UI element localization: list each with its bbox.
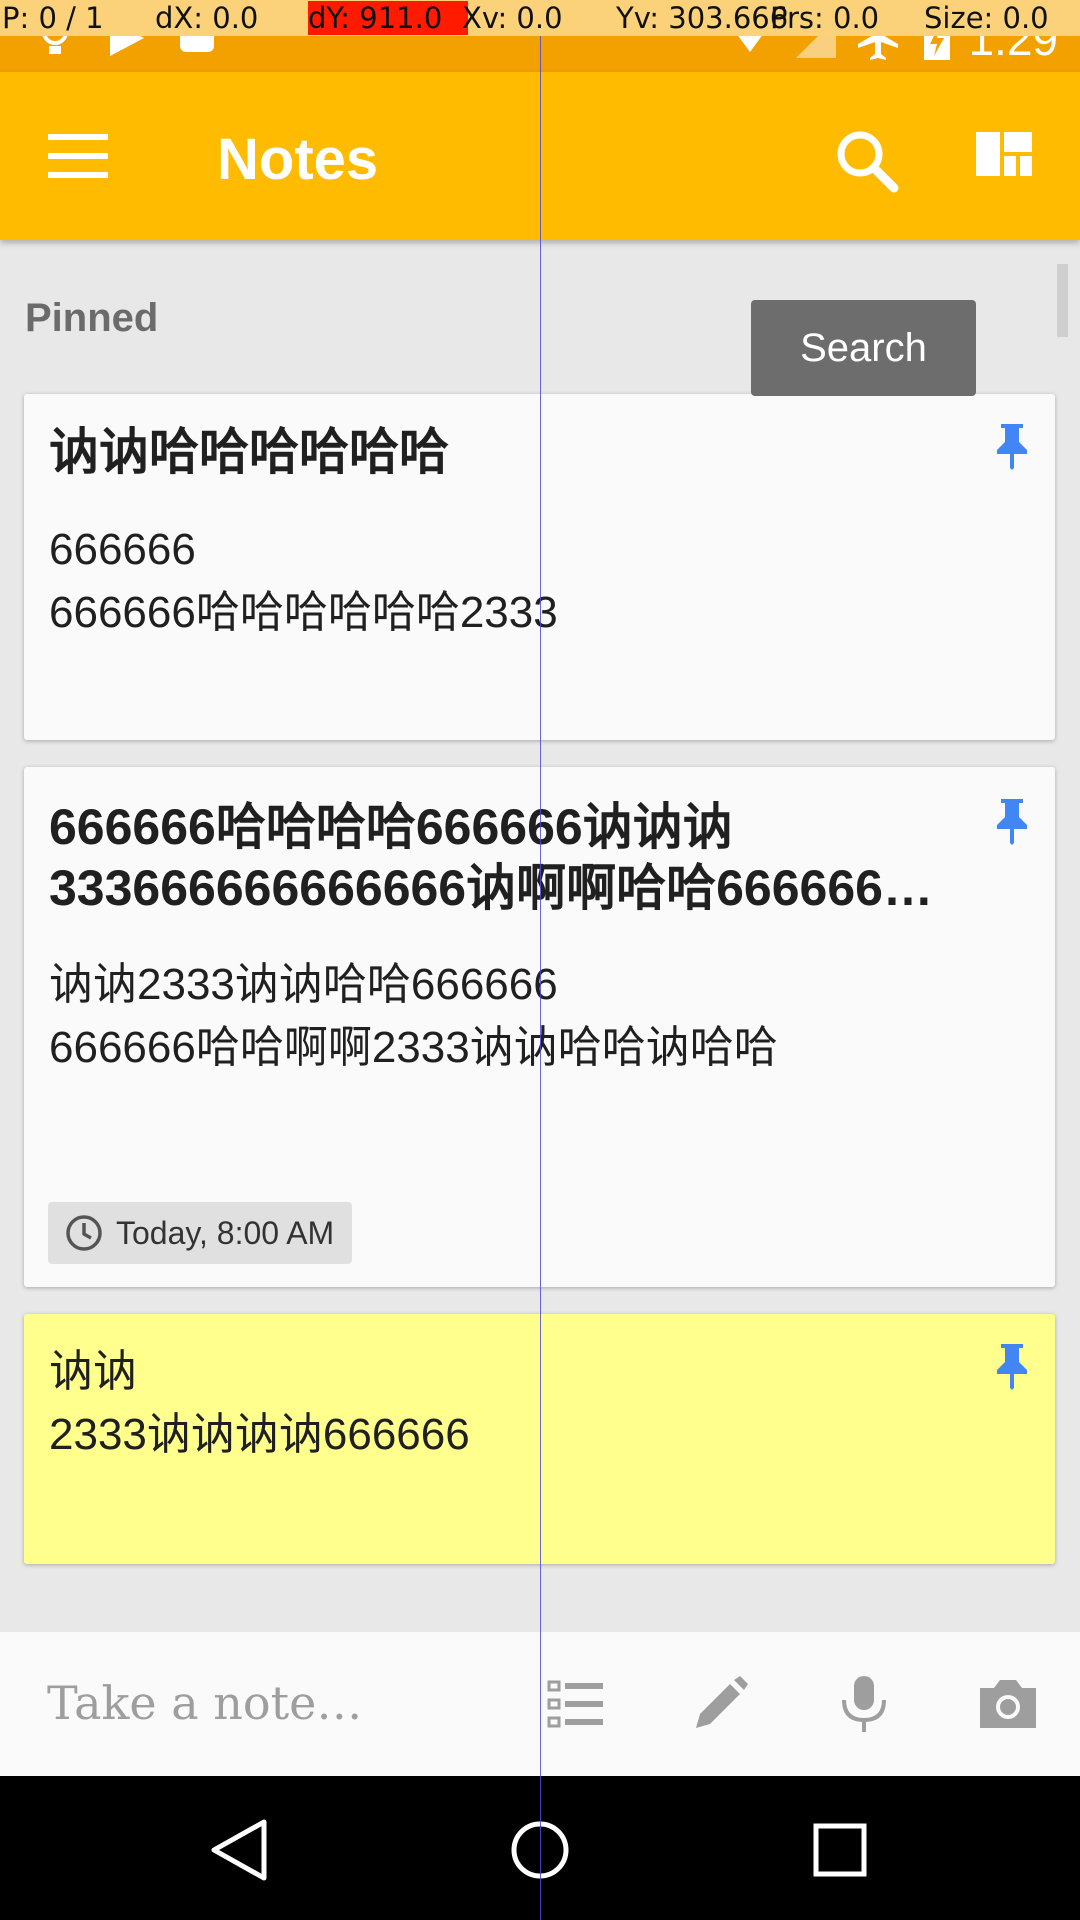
note-card[interactable]: 666666哈哈哈哈666666讷讷讷 333666666666666讷啊啊哈哈…: [24, 767, 1055, 1287]
home-icon[interactable]: [506, 1816, 574, 1884]
recents-icon[interactable]: [806, 1816, 874, 1884]
note-body-line: 666666: [49, 525, 196, 574]
note-body-line: 2333讷讷讷讷666666: [49, 1410, 470, 1459]
search-button[interactable]: [828, 122, 908, 202]
note-card[interactable]: 讷讷哈哈哈哈哈哈 666666 666666哈哈哈哈哈哈2333: [24, 394, 1055, 740]
note-body-line: 666666哈哈哈哈哈哈2333: [49, 588, 558, 637]
pin-icon[interactable]: [991, 797, 1033, 845]
debug-pressure: Prs: 0.0: [770, 1, 880, 35]
search-icon: [837, 131, 899, 193]
note-body-line: 讷讷2333讷讷哈哈666666: [49, 960, 558, 1009]
note-card[interactable]: 讷讷 2333讷讷讷讷666666: [24, 1314, 1055, 1564]
bottom-bar: Take a note…: [0, 1632, 1080, 1776]
debug-yv: Yv: 303.666: [616, 1, 789, 35]
menu-button[interactable]: [48, 134, 108, 178]
debug-dx: dX: 0.0: [155, 1, 259, 35]
note-body-line: 讷讷: [49, 1347, 137, 1396]
page-title: Notes: [217, 127, 379, 192]
layout-icon: [976, 132, 1032, 176]
debug-xv: Xv: 0.0: [462, 1, 563, 35]
debug-pointer-count: P: 0 / 1: [2, 1, 104, 35]
section-label-pinned: Pinned: [25, 296, 159, 340]
list-icon[interactable]: [545, 1672, 609, 1736]
take-note-input[interactable]: Take a note…: [47, 1676, 362, 1730]
menu-icon: [48, 134, 108, 178]
note-body: 讷讷2333讷讷哈哈666666 666666哈哈啊啊2333讷讷哈哈讷哈哈: [49, 953, 1015, 1079]
note-body-line: 666666哈哈啊啊2333讷讷哈哈讷哈哈: [49, 1023, 778, 1072]
note-title-line: 666666哈哈哈哈666666讷讷讷: [49, 799, 733, 855]
reminder-text: Today, 8:00 AM: [116, 1214, 335, 1251]
clock-icon: [66, 1215, 102, 1251]
pen-icon[interactable]: [688, 1672, 752, 1736]
scrollbar[interactable]: [1057, 264, 1068, 337]
note-body: 666666 666666哈哈哈哈哈哈2333: [49, 518, 1015, 644]
navigation-bar: [0, 1776, 1080, 1920]
search-tooltip: Search: [751, 300, 976, 396]
note-title: 666666哈哈哈哈666666讷讷讷 333666666666666讷啊啊哈哈…: [49, 797, 935, 919]
pointer-debug-overlay: P: 0 / 1 dX: 0.0 dY: 911.0 Xv: 0.0 Yv: 3…: [0, 0, 1080, 36]
back-icon[interactable]: [206, 1816, 274, 1884]
debug-size: Size: 0.0: [924, 1, 1049, 35]
app-bar: Notes: [0, 72, 1080, 240]
note-title-line: 333666666666666讷啊啊哈哈666666…: [49, 860, 933, 916]
status-bar: 1:29 P: 0 / 1 dX: 0.0 dY: 911.0 Xv: 0.0 …: [0, 0, 1080, 72]
reminder-chip[interactable]: Today, 8:00 AM: [48, 1202, 353, 1264]
mic-icon[interactable]: [832, 1672, 896, 1736]
note-body: 讷讷 2333讷讷讷讷666666: [49, 1340, 1015, 1466]
pin-icon[interactable]: [991, 422, 1033, 470]
camera-icon[interactable]: [976, 1672, 1040, 1736]
note-title: 讷讷哈哈哈哈哈哈: [49, 424, 449, 480]
debug-dy: dY: 911.0: [308, 1, 469, 35]
layout-toggle-button[interactable]: [976, 132, 1036, 192]
